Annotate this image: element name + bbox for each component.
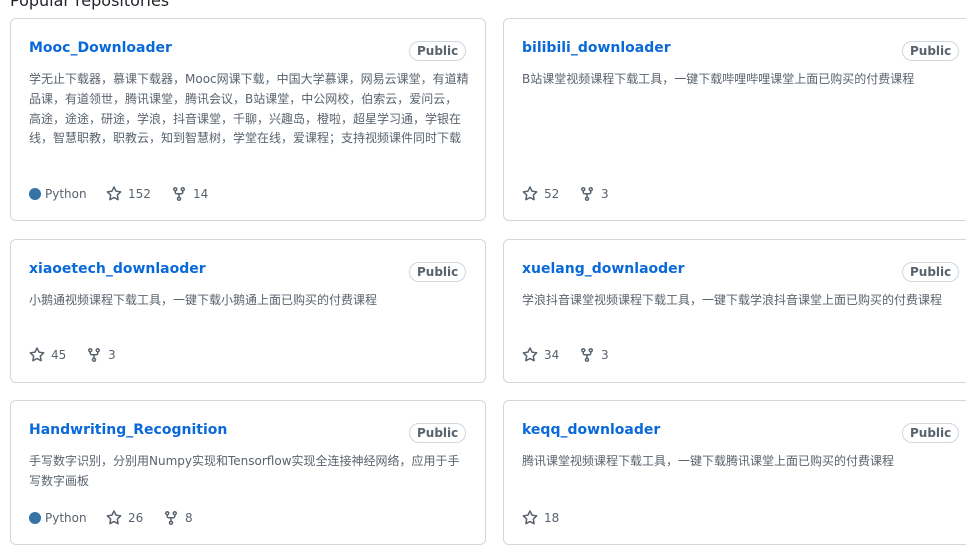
star-count: 45 bbox=[51, 348, 67, 362]
fork-count: 3 bbox=[601, 348, 609, 362]
repo-name-link[interactable]: keqq_downloader bbox=[522, 422, 660, 438]
visibility-badge: Public bbox=[409, 41, 467, 61]
stargazers-link[interactable]: 152 bbox=[106, 184, 151, 204]
repo-name-link[interactable]: xiaoetech_downlaoder bbox=[29, 261, 206, 277]
stargazers-link[interactable]: 52 bbox=[522, 184, 559, 204]
forks-link[interactable]: 3 bbox=[579, 345, 609, 365]
repo-language: Python bbox=[29, 508, 87, 528]
repo-forked-icon bbox=[163, 510, 179, 526]
repo-card: keqq_downloader Public 腾讯课堂视频课程下载工具，一键下载… bbox=[503, 400, 966, 545]
repo-description: 腾讯课堂视频课程下载工具，一键下载腾讯课堂上面已购买的付费课程 bbox=[522, 454, 895, 468]
visibility-badge: Public bbox=[902, 41, 960, 61]
language-color-dot bbox=[29, 512, 41, 524]
stargazers-link[interactable]: 26 bbox=[106, 508, 143, 528]
visibility-badge: Public bbox=[902, 262, 960, 282]
repo-card: Handwriting_Recognition Public 手写数字识别，分别… bbox=[10, 400, 486, 545]
visibility-badge: Public bbox=[409, 423, 467, 443]
repo-forked-icon bbox=[171, 186, 187, 202]
repo-card: Mooc_Downloader Public 学无止下载器，慕课下载器，Mooc… bbox=[10, 18, 486, 221]
stargazers-link[interactable]: 18 bbox=[522, 508, 559, 528]
star-icon bbox=[29, 347, 45, 363]
forks-link[interactable]: 3 bbox=[579, 184, 609, 204]
fork-count: 14 bbox=[193, 187, 209, 201]
repo-card: xiaoetech_downlaoder Public 小鹅通视频课程下载工具，… bbox=[10, 239, 486, 383]
repo-card: bilibili_downloader Public B站课堂视频课程下载工具，… bbox=[503, 18, 966, 221]
fork-count: 3 bbox=[601, 187, 609, 201]
forks-link[interactable]: 14 bbox=[171, 184, 208, 204]
star-count: 152 bbox=[128, 187, 151, 201]
repo-description: 学浪抖音课堂视频课程下载工具，一键下载学浪抖音课堂上面已购买的付费课程 bbox=[522, 293, 943, 307]
stargazers-link[interactable]: 45 bbox=[29, 345, 66, 365]
repo-card: xuelang_downlaoder Public 学浪抖音课堂视频课程下载工具… bbox=[503, 239, 966, 383]
forks-link[interactable]: 3 bbox=[86, 345, 116, 365]
star-count: 18 bbox=[544, 511, 560, 525]
language-color-dot bbox=[29, 188, 41, 200]
language-label: Python bbox=[45, 511, 87, 525]
repo-description: 学无止下载器，慕课下载器，Mooc网课下载，中国大学慕课，网易云课堂，有道精品课… bbox=[29, 72, 469, 146]
repo-name-link[interactable]: Mooc_Downloader bbox=[29, 40, 172, 56]
fork-count: 8 bbox=[185, 511, 193, 525]
repo-description: 小鹅通视频课程下载工具，一键下载小鹅通上面已购买的付费课程 bbox=[29, 293, 378, 307]
repo-forked-icon bbox=[579, 347, 595, 363]
star-icon bbox=[522, 510, 538, 526]
repo-name-link[interactable]: bilibili_downloader bbox=[522, 40, 671, 56]
star-icon bbox=[522, 186, 538, 202]
star-icon bbox=[106, 186, 122, 202]
fork-count: 3 bbox=[108, 348, 116, 362]
repo-forked-icon bbox=[86, 347, 102, 363]
forks-link[interactable]: 8 bbox=[163, 508, 193, 528]
repo-name-link[interactable]: xuelang_downlaoder bbox=[522, 261, 685, 277]
star-count: 34 bbox=[544, 348, 560, 362]
star-count: 26 bbox=[128, 511, 144, 525]
visibility-badge: Public bbox=[409, 262, 467, 282]
visibility-badge: Public bbox=[902, 423, 960, 443]
repo-description: B站课堂视频课程下载工具，一键下载哔哩哔哩课堂上面已购买的付费课程 bbox=[522, 72, 915, 86]
stargazers-link[interactable]: 34 bbox=[522, 345, 559, 365]
star-icon bbox=[106, 510, 122, 526]
repo-language: Python bbox=[29, 184, 87, 204]
repo-forked-icon bbox=[579, 186, 595, 202]
language-label: Python bbox=[45, 187, 87, 201]
popular-repositories-section: Popular repositories Mooc_Downloader Pub… bbox=[0, 0, 966, 549]
section-title: Popular repositories bbox=[10, 0, 170, 10]
repo-name-link[interactable]: Handwriting_Recognition bbox=[29, 422, 227, 438]
star-count: 52 bbox=[544, 187, 560, 201]
repo-description: 手写数字识别，分别用Numpy实现和Tensorflow实现全连接神经网络，应用… bbox=[29, 454, 460, 488]
star-icon bbox=[522, 347, 538, 363]
